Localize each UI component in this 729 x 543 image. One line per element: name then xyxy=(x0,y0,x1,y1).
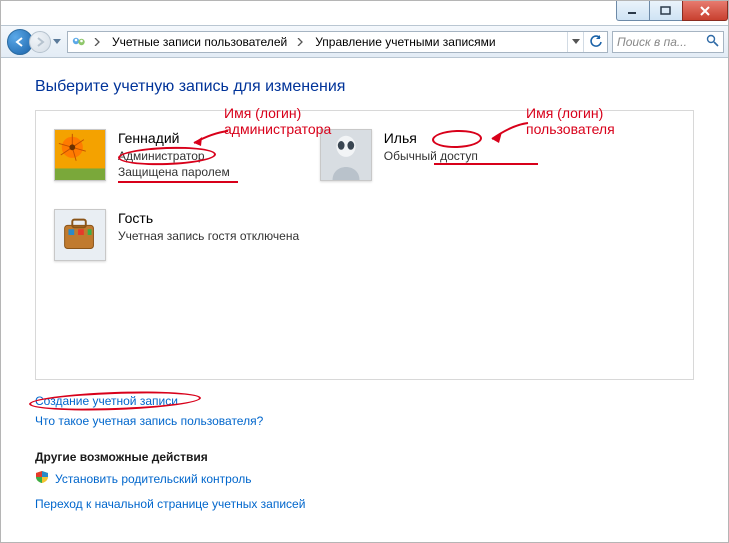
account-status: Учетная запись гостя отключена xyxy=(118,228,299,244)
minimize-icon xyxy=(627,6,639,16)
content-area: Выберите учетную запись для изменения Ге… xyxy=(1,58,728,542)
maximize-icon xyxy=(660,6,672,16)
shield-icon xyxy=(35,470,49,487)
account-item-user[interactable]: Илья Обычный доступ xyxy=(320,129,478,181)
refresh-button[interactable] xyxy=(583,32,607,52)
account-status: Защищена паролем xyxy=(118,164,230,180)
account-name: Геннадий xyxy=(118,129,230,148)
maximize-button[interactable] xyxy=(649,1,683,21)
account-role: Обычный доступ xyxy=(384,148,478,164)
arrow-left-icon xyxy=(14,36,26,48)
close-icon xyxy=(699,6,711,16)
account-item-admin[interactable]: Геннадий Администратор Защищена паролем xyxy=(54,129,230,181)
account-name: Илья xyxy=(384,129,478,148)
arrow-right-icon xyxy=(34,36,46,48)
close-button[interactable] xyxy=(682,1,728,21)
minimize-button[interactable] xyxy=(616,1,650,21)
breadcrumb-dropdown[interactable] xyxy=(567,32,583,52)
account-role: Администратор xyxy=(118,148,230,164)
link-what-is-account[interactable]: Что такое учетная запись пользователя? xyxy=(35,414,263,428)
breadcrumb[interactable]: Учетные записи пользователей Управление … xyxy=(67,31,608,53)
avatar xyxy=(54,129,106,181)
user-accounts-icon xyxy=(68,32,90,52)
account-item-guest[interactable]: Гость Учетная запись гостя отключена xyxy=(54,209,675,261)
search-placeholder: Поиск в па... xyxy=(617,35,687,49)
nav-history-dropdown[interactable] xyxy=(51,29,63,55)
chevron-down-icon xyxy=(572,39,580,44)
account-name: Гость xyxy=(118,209,299,228)
search-icon xyxy=(706,34,719,50)
breadcrumb-seg-2[interactable]: Управление учетными записями xyxy=(307,32,501,52)
refresh-icon xyxy=(589,35,603,49)
search-input[interactable]: Поиск в па... xyxy=(612,31,724,53)
breadcrumb-chevron-icon[interactable] xyxy=(293,32,307,52)
link-parental-controls[interactable]: Установить родительский контроль xyxy=(55,472,252,486)
navbar: Учетные записи пользователей Управление … xyxy=(1,25,728,58)
other-actions-heading: Другие возможные действия xyxy=(35,450,694,464)
page-title: Выберите учетную запись для изменения xyxy=(35,78,694,96)
annotation-underline xyxy=(118,181,238,183)
nav-back-group xyxy=(7,29,63,55)
chevron-down-icon xyxy=(53,39,61,45)
avatar xyxy=(54,209,106,261)
accounts-box: Геннадий Администратор Защищена паролем … xyxy=(35,110,694,380)
link-create-account[interactable]: Создание учетной записи xyxy=(35,394,178,408)
link-accounts-home[interactable]: Переход к начальной странице учетных зап… xyxy=(35,497,305,511)
forward-button xyxy=(29,31,51,53)
avatar xyxy=(320,129,372,181)
breadcrumb-seg-1[interactable]: Учетные записи пользователей xyxy=(104,32,293,52)
breadcrumb-chevron-icon[interactable] xyxy=(90,32,104,52)
